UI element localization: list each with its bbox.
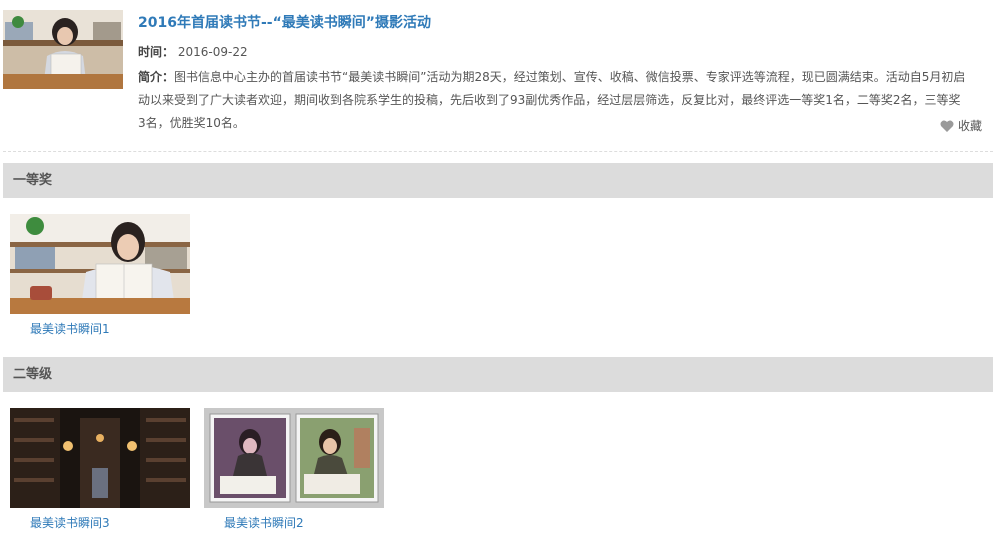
header-divider [3, 151, 993, 152]
photo-card[interactable]: 最美读书瞬间2 [204, 408, 384, 532]
publish-time: 时间： 2016-09-22 [138, 43, 248, 60]
activity-header: 2016年首届读书节--“最美读书瞬间”摄影活动 时间： 2016-09-22 … [0, 0, 998, 152]
section-heading-second-prize: 二等级 [3, 357, 993, 392]
time-value: 2016-09-22 [177, 45, 248, 59]
summary-text: 图书信息中心主办的首届读书节“最美读书瞬间”活动为期28天，经过策划、宣传、收稿… [138, 70, 966, 130]
summary-label: 简介： [138, 70, 175, 84]
photo-thumbnail[interactable] [10, 408, 190, 508]
favorite-label: 收藏 [957, 119, 982, 133]
photo-caption[interactable]: 最美读书瞬间2 [224, 514, 304, 531]
photo-caption[interactable]: 最美读书瞬间3 [30, 514, 110, 531]
activity-summary: 简介：图书信息中心主办的首届读书节“最美读书瞬间”活动为期28天，经过策划、宣传… [138, 66, 966, 135]
activity-title[interactable]: 2016年首届读书节--“最美读书瞬间”摄影活动 [138, 12, 431, 32]
heart-icon [940, 120, 954, 132]
photo-card[interactable]: 最美读书瞬间1 [10, 214, 190, 338]
photo-thumbnail[interactable] [10, 214, 190, 314]
time-label: 时间： [138, 45, 175, 59]
favorite-button[interactable]: 收藏 [940, 117, 982, 134]
photo-caption[interactable]: 最美读书瞬间1 [30, 320, 110, 337]
activity-thumbnail[interactable] [3, 10, 123, 89]
section-heading-first-prize: 一等奖 [3, 163, 993, 198]
photo-card[interactable]: 最美读书瞬间3 [10, 408, 190, 532]
photo-thumbnail[interactable] [204, 408, 384, 508]
